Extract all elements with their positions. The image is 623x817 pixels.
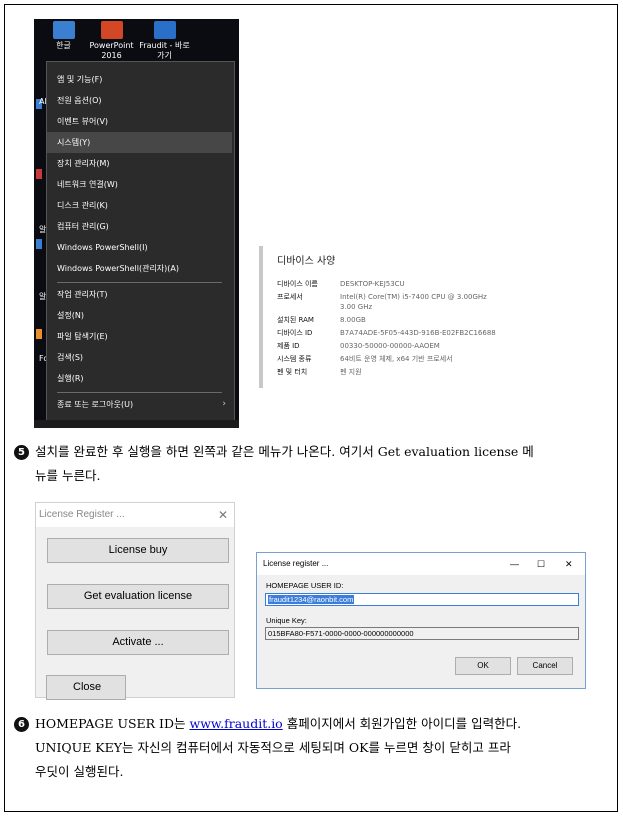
spec-row: 디바이스 이름 DESKTOP-KEJ53CU (277, 279, 509, 289)
chevron-right-icon: › (222, 399, 226, 409)
spec-value: 00330-50000-00000-AAOEM (340, 342, 440, 350)
desktop-icon-fraudit[interactable]: Fraudit - 바로 가기 (137, 19, 192, 65)
spec-value: Intel(R) Core(TM) i5-7400 CPU @ 3.00GHz 3… (340, 292, 487, 312)
user-id-value: fraudit1234@raonbit.com (268, 595, 355, 604)
menu-item-powershell-admin[interactable]: Windows PowerShell(관리자)(A) (47, 258, 232, 279)
partial-app-icon (36, 239, 42, 249)
spec-key: 제품 ID (277, 342, 300, 350)
menu-item-system[interactable]: 시스템(Y) (47, 132, 232, 153)
spec-value-line: 3.00 GHz (340, 303, 373, 311)
desktop-icon-powerpoint[interactable]: PowerPoint 2016 (84, 19, 139, 65)
close-icon[interactable]: ✕ (565, 553, 573, 575)
spec-value-line: Intel(R) Core(TM) i5-7400 CPU @ 3.00GHz (340, 293, 487, 301)
dialog-title: License register ... (257, 553, 585, 575)
menu-separator (57, 392, 222, 393)
menu-item-powershell[interactable]: Windows PowerShell(I) (47, 237, 232, 258)
step-6-paragraph: 6 HOMEPAGE USER ID는 www.fraudit.io 홈페이지에서… (14, 712, 610, 784)
spec-key: 디바이스 ID (277, 329, 313, 337)
desktop-icon-label: PowerPoint 2016 (89, 41, 134, 60)
spec-value: DESKTOP-KEJ53CU (340, 280, 405, 288)
powerpoint-app-icon (100, 21, 123, 39)
hangul-app-icon (52, 21, 75, 39)
menu-item-task-manager[interactable]: 작업 관리자(T) (47, 284, 232, 305)
step-text: 뉴를 누른다. (35, 468, 101, 483)
menu-item-apps-features[interactable]: 앱 및 기능(F) (47, 69, 232, 90)
get-evaluation-license-button[interactable]: Get evaluation license (47, 584, 229, 609)
spec-row: 시스템 종류 64비트 운영 체제, x64 기반 프로세서 (277, 354, 509, 364)
menu-item-device-manager[interactable]: 장치 관리자(M) (47, 153, 232, 174)
desktop-icon-label: 한글 (56, 41, 71, 50)
spec-row: 제품 ID 00330-50000-00000-AAOEM (277, 341, 509, 351)
menu-item-run[interactable]: 실행(R) (47, 368, 232, 389)
spec-row: 펜 및 터치 펜 지원 (277, 367, 509, 377)
dialog-title: License Register ... (36, 503, 234, 527)
fraudit-app-icon (153, 21, 176, 39)
close-icon[interactable]: ✕ (218, 503, 228, 527)
spec-key: 시스템 종류 (277, 355, 312, 363)
menu-item-search[interactable]: 검색(S) (47, 347, 232, 368)
spec-row: 설치된 RAM 8.00GB (277, 315, 509, 325)
step-number-badge: 5 (14, 445, 29, 460)
spec-value: 64비트 운영 체제, x64 기반 프로세서 (340, 355, 453, 363)
spec-value: 8.00GB (340, 316, 366, 324)
device-spec-title: 디바이스 사양 (277, 256, 336, 267)
step-text: 설치를 완료한 후 실행을 하면 왼쪽과 같은 메뉴가 나온다. 여기서 Get… (35, 444, 534, 459)
step-number-badge: 6 (14, 717, 29, 732)
menu-separator (57, 282, 222, 283)
menu-item-disk-management[interactable]: 디스크 관리(K) (47, 195, 232, 216)
menu-item-label: 종료 또는 로그아웃(U) (57, 400, 134, 409)
taskbar (34, 420, 239, 428)
fraudit-website-link[interactable]: www.fraudit.io (190, 716, 283, 731)
spec-key: 디바이스 이름 (277, 280, 318, 288)
cancel-button[interactable]: Cancel (517, 657, 573, 675)
menu-item-settings[interactable]: 설정(N) (47, 305, 232, 326)
desktop-icon-hangul[interactable]: 한글 (36, 19, 91, 65)
menu-item-power-options[interactable]: 전원 옵션(O) (47, 90, 232, 111)
menu-item-network-connections[interactable]: 네트워크 연결(W) (47, 174, 232, 195)
partial-app-icon (36, 169, 42, 179)
partial-app-icon (36, 329, 42, 339)
spec-key: 설치된 RAM (277, 316, 314, 324)
step-5-paragraph: 5 설치를 완료한 후 실행을 하면 왼쪽과 같은 메뉴가 나온다. 여기서 Ge… (14, 440, 610, 488)
license-register-input-dialog: License register ... — ☐ ✕ HOMEPAGE USER… (256, 552, 586, 689)
winx-context-menu: 앱 및 기능(F) 전원 옵션(O) 이벤트 뷰어(V) 시스템(Y) 장치 관… (46, 61, 235, 423)
license-register-dialog: License Register ... ✕ License buy Get e… (35, 502, 235, 700)
ok-button[interactable]: OK (455, 657, 511, 675)
desktop-icon-label: Fraudit - 바로 가기 (139, 41, 190, 60)
unique-key-label: Unique Key: (266, 616, 307, 625)
spec-key: 프로세서 (277, 293, 303, 301)
menu-item-file-explorer[interactable]: 파일 탐색기(E) (47, 326, 232, 347)
menu-item-event-viewer[interactable]: 이벤트 뷰어(V) (47, 111, 232, 132)
start-menu-screenshot: 한글 PowerPoint 2016 Fraudit - 바로 가기 Al 알 … (34, 19, 239, 428)
license-buy-button[interactable]: License buy (47, 538, 229, 563)
activate-button[interactable]: Activate ... (47, 630, 229, 655)
spec-key: 펜 및 터치 (277, 368, 308, 376)
spec-row: 디바이스 ID B7A74ADE-5F05-443D-916B-E02FB2C16… (277, 328, 509, 338)
user-id-label: HOMEPAGE USER ID: (266, 581, 344, 590)
step-text: UNIQUE KEY는 자신의 컴퓨터에서 자동적으로 세팅되며 OK를 누르면… (35, 740, 511, 755)
unique-key-field[interactable]: 015BFA80-F571-0000-0000-000000000000 (265, 627, 579, 640)
close-button[interactable]: Close (46, 675, 126, 700)
spec-value: 펜 지원 (340, 368, 362, 376)
menu-item-computer-management[interactable]: 컴퓨터 관리(G) (47, 216, 232, 237)
step-text: 홈페이지에서 회원가입한 아이디를 입력한다. (282, 716, 522, 731)
step-text: HOMEPAGE USER ID는 (35, 716, 190, 731)
spec-row: 프로세서 Intel(R) Core(TM) i5-7400 CPU @ 3.00… (277, 292, 509, 312)
user-id-field[interactable]: fraudit1234@raonbit.com (265, 593, 579, 606)
spec-value: B7A74ADE-5F05-443D-916B-E02FB2C16688 (340, 329, 496, 337)
step-text: 우딧이 실행된다. (35, 764, 124, 779)
maximize-icon[interactable]: ☐ (537, 553, 545, 575)
device-spec-panel: 디바이스 사양 디바이스 이름 DESKTOP-KEJ53CU 프로세서 Intel… (259, 246, 509, 388)
menu-item-shutdown[interactable]: 종료 또는 로그아웃(U) › (47, 394, 232, 415)
minimize-icon[interactable]: — (510, 553, 519, 575)
desktop-left-icons (34, 79, 44, 419)
